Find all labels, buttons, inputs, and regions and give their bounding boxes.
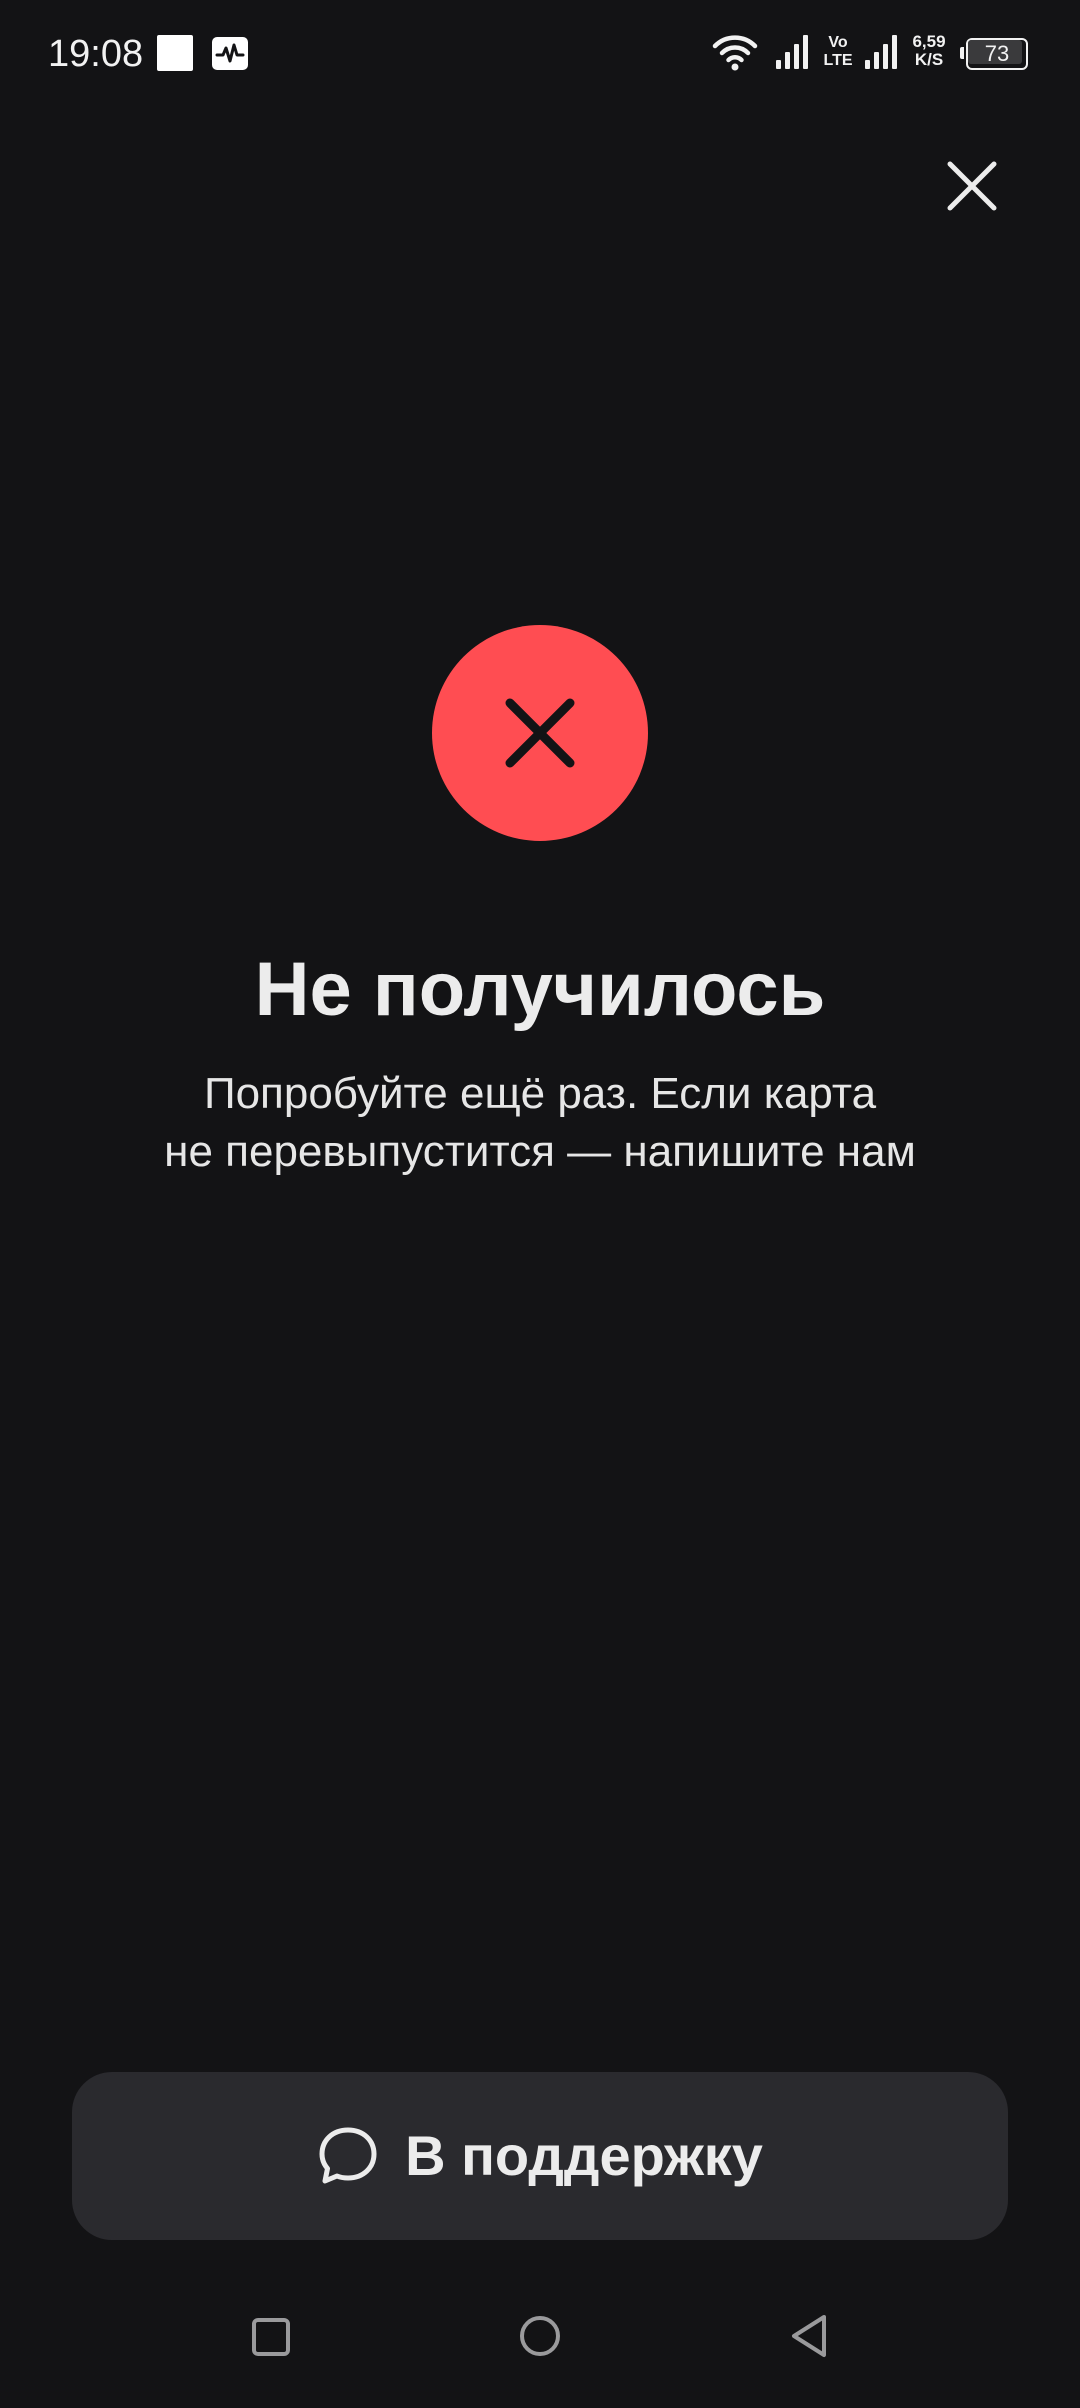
- battery-cap: [960, 47, 964, 59]
- error-x-icon: [505, 698, 575, 768]
- status-bar: 19:08 Vo LTE 6,59 K/S 73: [0, 0, 1080, 110]
- chat-bubble-icon: [319, 2127, 377, 2184]
- signal-icon: [776, 35, 808, 69]
- page-title: Не получилось: [254, 947, 826, 1032]
- error-message-line-2: не перевыпустится — напишите нам: [164, 1127, 916, 1176]
- notification-square-icon: [157, 35, 193, 71]
- error-screen: 19:08 Vo LTE 6,59 K/S 73 Не получилось П…: [0, 0, 1080, 2408]
- battery-percentage: 73: [984, 41, 1010, 66]
- error-message: Попробуйте ещё раз. Если карта не перевы…: [90, 1065, 990, 1181]
- status-time: 19:08: [48, 33, 144, 75]
- navigation-bar: [0, 2290, 1080, 2408]
- activity-monitor-icon: [212, 37, 248, 70]
- home-icon[interactable]: [518, 2314, 562, 2358]
- error-status-circle: [432, 625, 648, 841]
- signal-icon: [865, 35, 897, 69]
- battery-icon: 73: [960, 38, 1028, 70]
- support-button-label: В поддержку: [405, 2124, 763, 2187]
- wifi-icon: [712, 35, 758, 71]
- close-button[interactable]: [932, 146, 1012, 226]
- recents-icon[interactable]: [250, 2316, 292, 2358]
- close-icon: [947, 161, 997, 211]
- network-speed: 6,59 K/S: [912, 32, 946, 69]
- back-icon[interactable]: [786, 2312, 832, 2360]
- support-button[interactable]: В поддержку: [72, 2072, 1008, 2240]
- volte-label: Vo LTE: [823, 34, 853, 69]
- error-message-line-1: Попробуйте ещё раз. Если карта: [203, 1069, 877, 1118]
